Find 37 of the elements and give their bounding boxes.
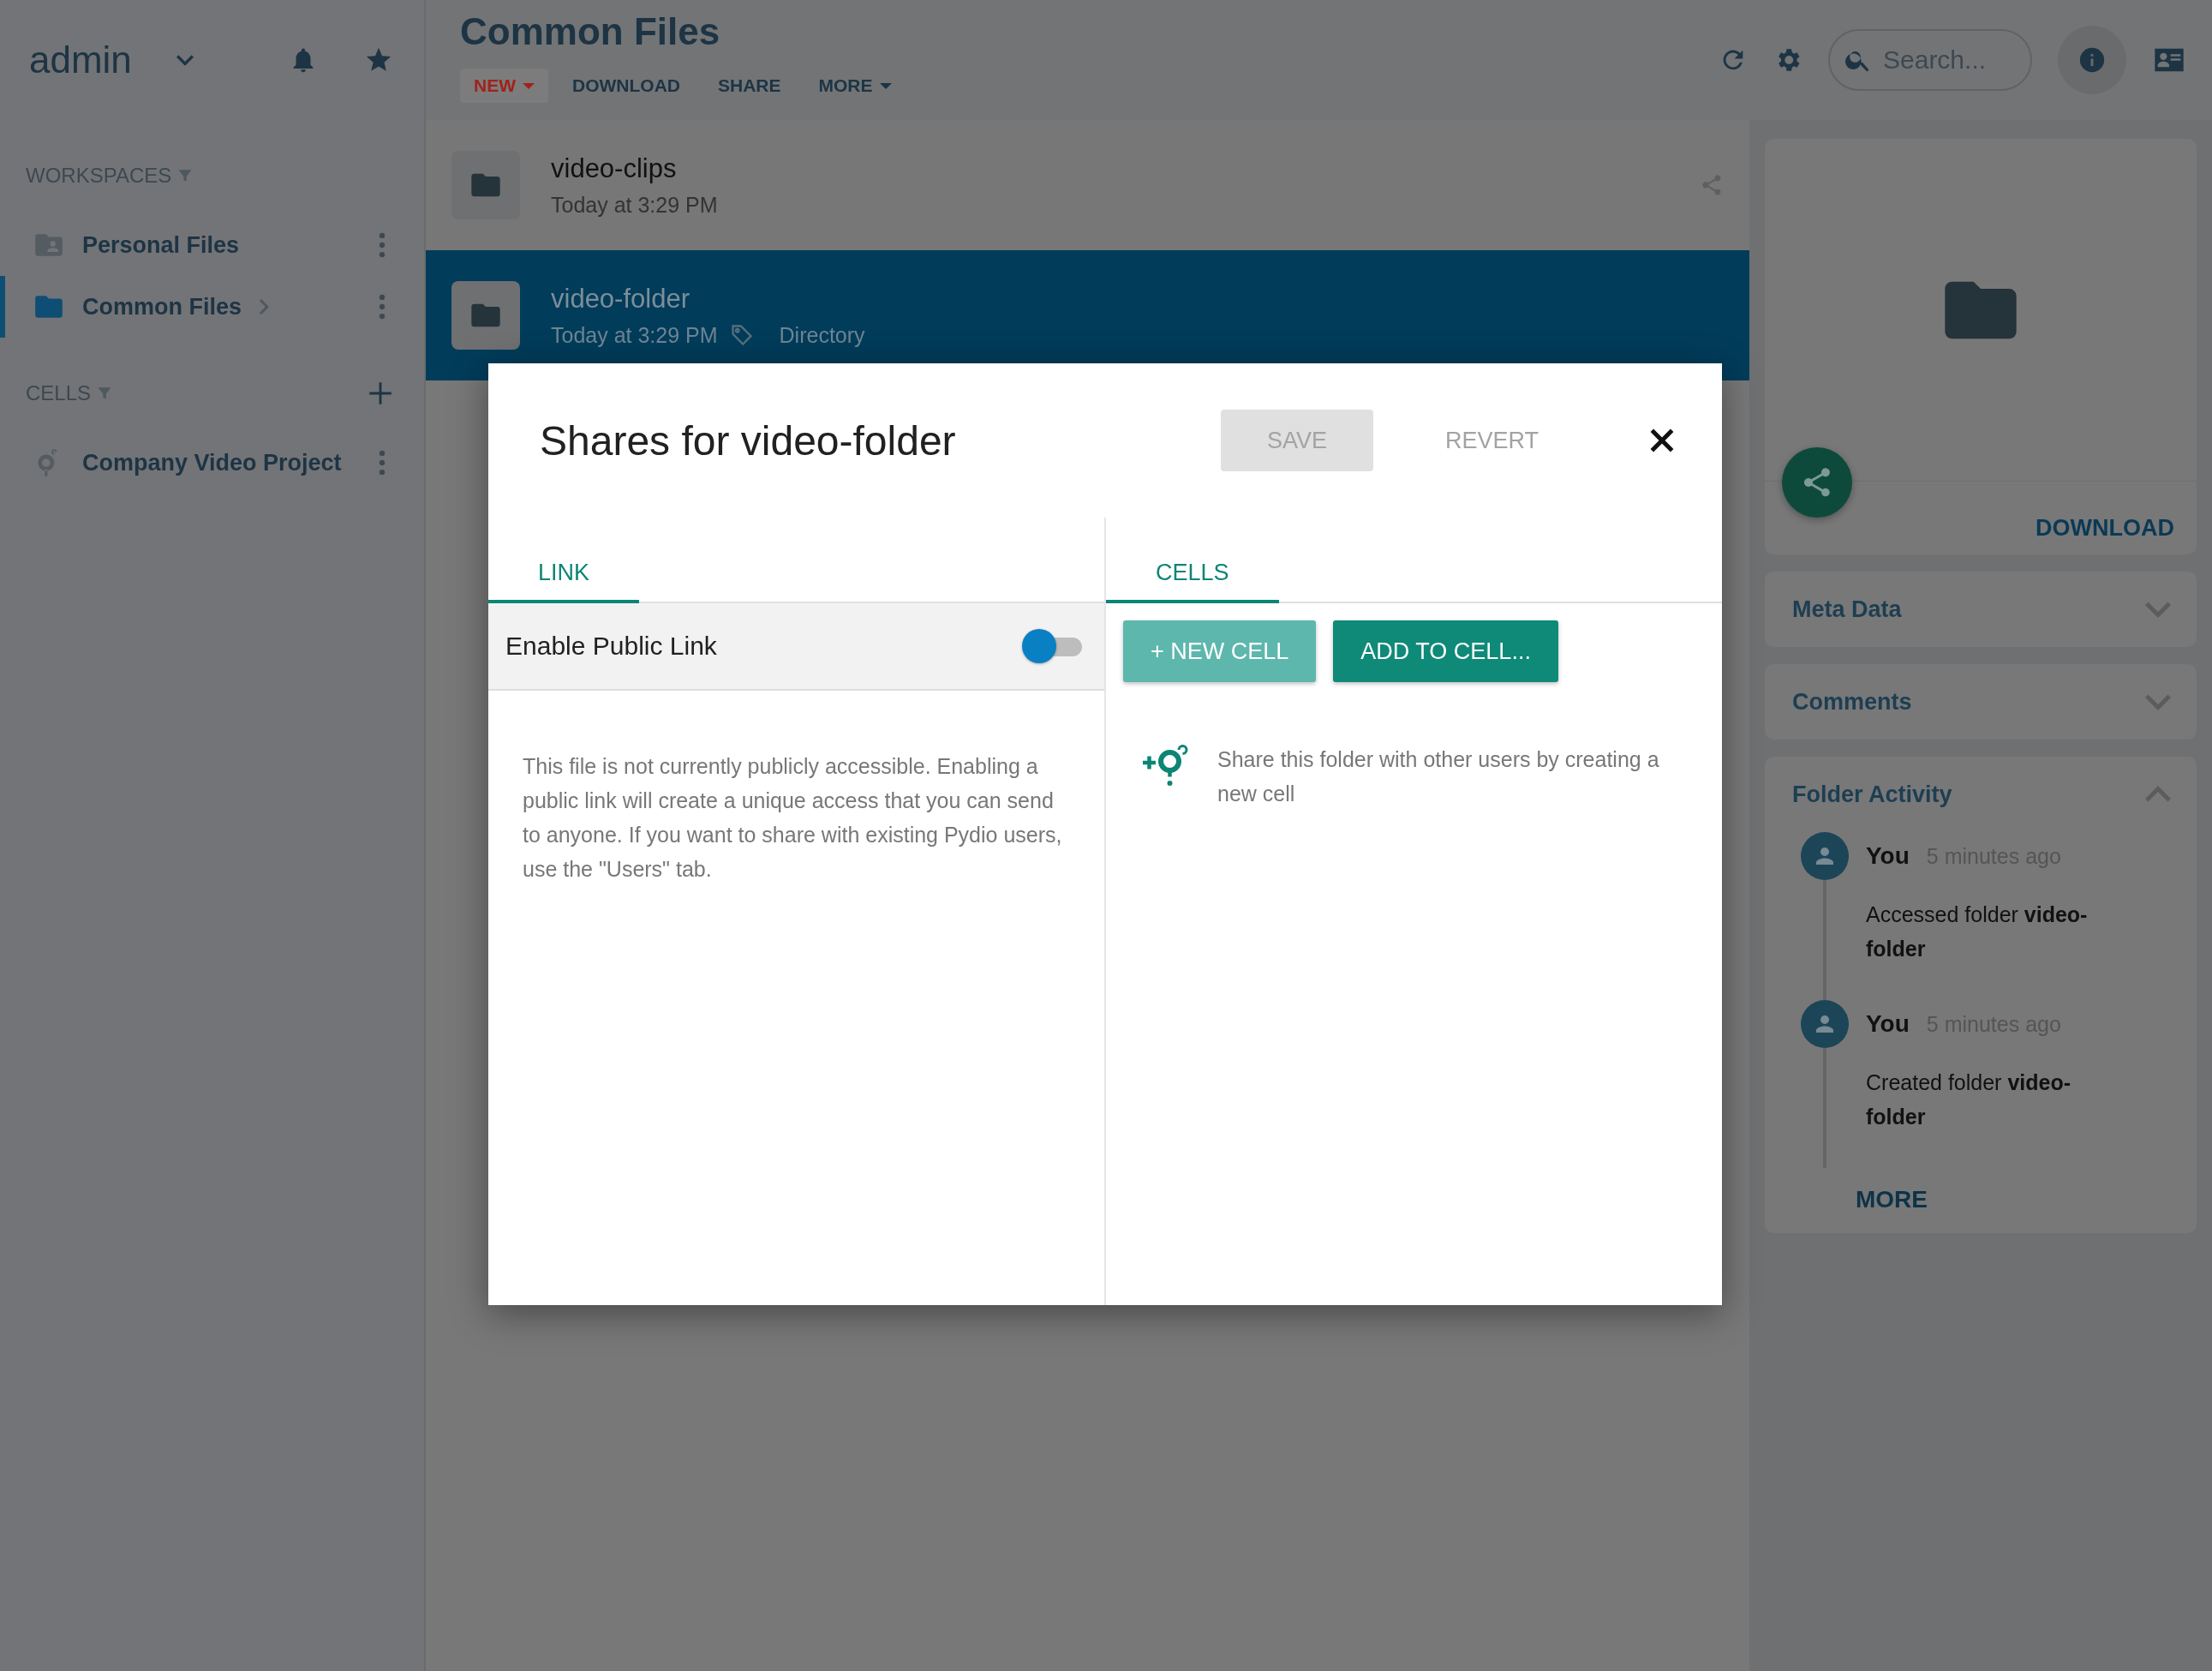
activity-user: You bbox=[1866, 842, 1910, 870]
new-cell-button[interactable]: + NEW CELL bbox=[1123, 620, 1317, 682]
file-name: video-clips bbox=[551, 153, 678, 184]
more-button[interactable]: MORE bbox=[1850, 1185, 1933, 1214]
panel-title: Meta Data bbox=[1792, 596, 1902, 623]
notice-text: This file is not currently publicly accessible. Enabling a public link will create a unique access that you can send to anyone. If you want to share with existing Pydio users, use the "Users" tab. bbox=[522, 753, 1063, 883]
public-link-toggle[interactable] bbox=[1022, 629, 1084, 663]
hint-text: Share this folder with other users by creating a new cell bbox=[1217, 746, 1660, 807]
panel-title: Folder Activity bbox=[1792, 781, 1952, 808]
item-label: Common Files bbox=[82, 293, 242, 320]
panel-title: Comments bbox=[1792, 688, 1912, 716]
dialog-title: Shares for video-folder bbox=[540, 416, 957, 464]
file-date: Today at 3:29 PM bbox=[551, 192, 718, 218]
activity-text: Created folder video-folder bbox=[1866, 1069, 2072, 1130]
toolbar-button[interactable]: MORE bbox=[804, 69, 906, 103]
toolbar-button[interactable]: NEW bbox=[460, 69, 548, 103]
item-label: Personal Files bbox=[82, 231, 240, 259]
tag-icon bbox=[729, 323, 754, 347]
file-date: Today at 3:29 PM bbox=[551, 322, 718, 348]
page-title: Common Files bbox=[460, 10, 721, 53]
user-menu[interactable]: admin bbox=[29, 39, 194, 81]
file-type: Directory bbox=[779, 322, 865, 348]
toolbar-button[interactable]: SHARE bbox=[704, 69, 795, 103]
download-button[interactable]: DOWNLOAD bbox=[2030, 514, 2179, 542]
info-icon bbox=[2077, 45, 2107, 75]
toggle-label: Enable Public Link bbox=[505, 632, 718, 661]
share-button[interactable] bbox=[1782, 447, 1852, 518]
toolbar-button[interactable]: DOWNLOAD bbox=[559, 69, 694, 103]
sidebar-item[interactable]: Company Video Project bbox=[0, 432, 424, 494]
activity-user: You bbox=[1866, 1010, 1910, 1038]
item-label: Company Video Project bbox=[82, 449, 342, 476]
chevron-down-icon bbox=[176, 54, 194, 66]
add-to-cell-button[interactable]: ADD TO CELL... bbox=[1333, 620, 1558, 682]
tab[interactable]: CELLS bbox=[1106, 560, 1279, 603]
activity-text: Accessed folder video-folder bbox=[1866, 901, 2089, 962]
file-name: video-folder bbox=[551, 283, 691, 314]
sidebar-item[interactable]: Personal Files bbox=[0, 214, 424, 276]
